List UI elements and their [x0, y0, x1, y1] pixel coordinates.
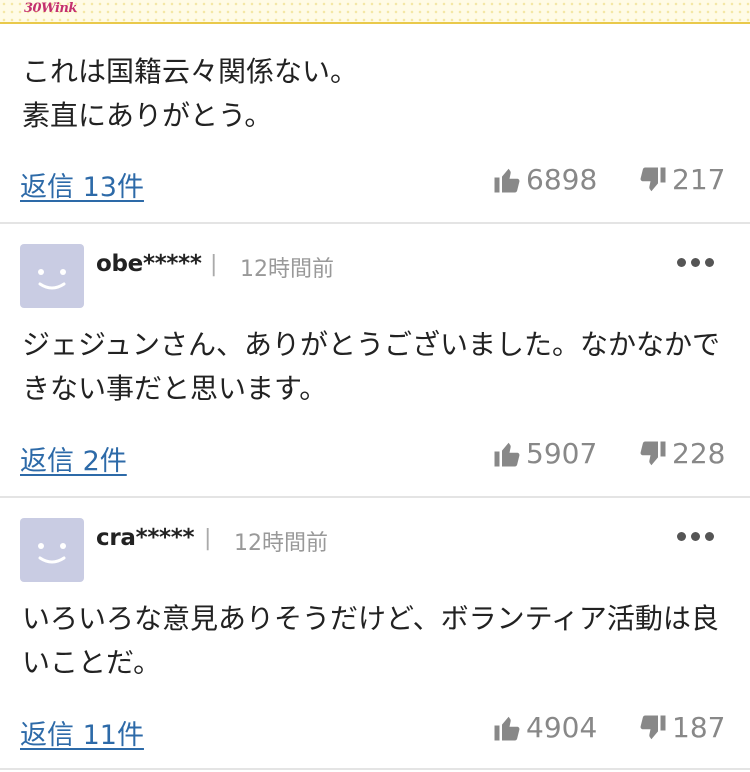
more-dot: [691, 258, 700, 267]
dislike-button[interactable]: 228: [638, 437, 725, 470]
dislike-button[interactable]: 187: [638, 711, 725, 744]
comment-body: これは国籍云々関係ない。 素直にありがとう。: [22, 55, 359, 132]
comment-divider: [0, 496, 750, 498]
like-count: 4904: [526, 711, 598, 744]
reply-link[interactable]: 返信 11件: [20, 713, 144, 752]
meta-separator: |: [210, 252, 218, 277]
site-logo: 30Wink: [24, 1, 77, 16]
dislike-count: 187: [672, 711, 726, 744]
thumbs-up-icon: [494, 168, 520, 192]
more-dot: [677, 532, 686, 541]
more-dot: [677, 258, 686, 267]
reply-link[interactable]: 返信 2件: [20, 439, 127, 478]
dislike-button[interactable]: 217: [638, 163, 725, 196]
username[interactable]: cra*****: [96, 525, 195, 551]
smiley-avatar-icon: [38, 543, 66, 564]
thumbs-down-icon: [640, 441, 666, 465]
user-avatar[interactable]: [20, 244, 84, 308]
like-count: 6898: [526, 163, 598, 196]
comment-time: 12時間前: [234, 531, 328, 556]
reply-link[interactable]: 返信 13件: [20, 165, 144, 204]
thumbs-up-icon: [494, 716, 520, 740]
smiley-avatar-icon: [38, 269, 66, 290]
top-banner: 30Wink: [0, 0, 750, 24]
like-button[interactable]: 4904: [492, 711, 597, 744]
dislike-count: 217: [672, 163, 726, 196]
thumbs-up-icon: [494, 442, 520, 466]
meta-separator: |: [204, 526, 212, 551]
user-avatar[interactable]: [20, 518, 84, 582]
more-dot: [705, 258, 714, 267]
comment-body: いろいろな意見ありそうだけど、ボランティア活動は良いことだ。: [22, 602, 719, 679]
more-options-button[interactable]: [677, 258, 714, 267]
like-button[interactable]: 6898: [492, 163, 597, 196]
comment-divider: [0, 222, 750, 224]
dislike-count: 228: [672, 437, 726, 470]
comment-divider: [0, 768, 750, 770]
more-dot: [705, 532, 714, 541]
comment-time: 12時間前: [240, 257, 334, 282]
thumbs-down-icon: [640, 167, 666, 191]
like-button[interactable]: 5907: [492, 437, 597, 470]
thumbs-down-icon: [640, 715, 666, 739]
more-options-button[interactable]: [677, 532, 714, 541]
username[interactable]: obe*****: [96, 251, 202, 277]
more-dot: [691, 532, 700, 541]
comment-body: ジェジュンさん、ありがとうございました。なかなかできない事だと思います。: [22, 328, 721, 405]
like-count: 5907: [526, 437, 598, 470]
